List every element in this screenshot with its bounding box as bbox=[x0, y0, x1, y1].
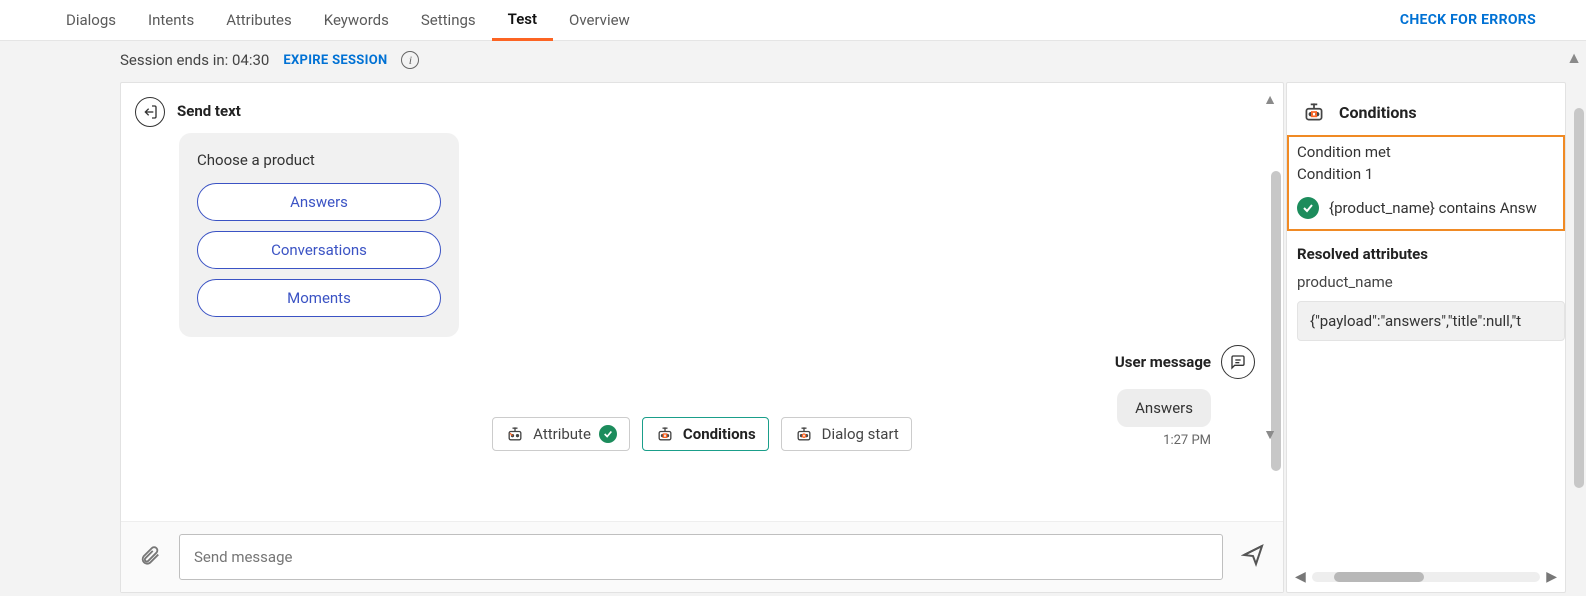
h-scroll-track[interactable] bbox=[1312, 572, 1540, 582]
product-options-card: Choose a product Answers Conversations M… bbox=[179, 133, 459, 337]
condition-number-label: Condition 1 bbox=[1297, 165, 1555, 183]
main-area: ▲ ▼ Send text Choose a product Answers C… bbox=[120, 82, 1566, 593]
h-scroll-thumb[interactable] bbox=[1334, 572, 1424, 582]
option-conversations-button[interactable]: Conversations bbox=[197, 231, 441, 269]
bot-send-text-row: Send text bbox=[135, 97, 1269, 127]
condition-met-label: Condition met bbox=[1297, 143, 1555, 161]
top-tab-bar: Dialogs Intents Attributes Keywords Sett… bbox=[0, 0, 1586, 41]
chip-attribute-label: Attribute bbox=[533, 425, 591, 443]
user-message-label: User message bbox=[1115, 353, 1211, 371]
check-icon bbox=[1297, 197, 1319, 219]
conditions-side-panel: Conditions Condition met Condition 1 {pr… bbox=[1286, 82, 1566, 593]
send-text-icon bbox=[135, 97, 165, 127]
choose-product-label: Choose a product bbox=[197, 151, 441, 169]
attribute-name-label: product_name bbox=[1287, 267, 1565, 297]
resolved-attributes-title: Resolved attributes bbox=[1287, 241, 1565, 267]
chip-dialog-start[interactable]: Dialog start bbox=[781, 417, 912, 451]
condition-rule-text: {product_name} contains Answ bbox=[1329, 199, 1537, 217]
composer-bar bbox=[121, 521, 1283, 592]
page-scroll-up-icon[interactable]: ▲ bbox=[1566, 48, 1582, 68]
side-panel-h-scrollbar[interactable]: ◀ ▶ bbox=[1295, 568, 1557, 586]
tab-attributes[interactable]: Attributes bbox=[210, 0, 308, 41]
bot-icon bbox=[1301, 99, 1327, 125]
message-input[interactable] bbox=[179, 534, 1223, 580]
check-icon bbox=[599, 425, 617, 443]
option-answers-button[interactable]: Answers bbox=[197, 183, 441, 221]
chat-scroll-area: ▲ ▼ Send text Choose a product Answers C… bbox=[121, 83, 1283, 521]
send-icon[interactable] bbox=[1241, 543, 1265, 571]
bot-icon bbox=[655, 424, 675, 444]
chip-conditions-label: Conditions bbox=[683, 425, 756, 443]
tab-keywords[interactable]: Keywords bbox=[308, 0, 405, 41]
attachment-icon[interactable] bbox=[139, 544, 161, 570]
attribute-value-box: {"payload":"answers","title":null,"t bbox=[1297, 301, 1565, 341]
check-for-errors-link[interactable]: CHECK FOR ERRORS bbox=[1400, 12, 1536, 28]
info-icon[interactable]: i bbox=[401, 51, 419, 69]
chip-attribute[interactable]: Attribute bbox=[492, 417, 630, 451]
condition-rule-row: {product_name} contains Answ bbox=[1297, 197, 1555, 219]
tab-test[interactable]: Test bbox=[492, 0, 553, 41]
side-panel-title: Conditions bbox=[1339, 103, 1417, 122]
bot-icon bbox=[794, 424, 814, 444]
chat-bubble-icon bbox=[1221, 345, 1255, 379]
chip-dialog-start-label: Dialog start bbox=[822, 425, 899, 443]
page-scrollbar-thumb[interactable] bbox=[1574, 108, 1584, 488]
scroll-left-icon[interactable]: ◀ bbox=[1295, 569, 1306, 585]
send-text-title: Send text bbox=[177, 102, 241, 120]
chat-scroll-up-icon[interactable]: ▲ bbox=[1263, 91, 1277, 108]
session-bar: Session ends in: 04:30 EXPIRE SESSION i bbox=[0, 41, 1586, 77]
tab-dialogs[interactable]: Dialogs bbox=[50, 0, 132, 41]
event-chips-row: Attribute Conditions Dialog start bbox=[121, 417, 1283, 451]
tab-settings[interactable]: Settings bbox=[405, 0, 492, 41]
side-panel-header: Conditions bbox=[1287, 83, 1565, 135]
tabs: Dialogs Intents Attributes Keywords Sett… bbox=[50, 0, 646, 41]
chat-panel: ▲ ▼ Send text Choose a product Answers C… bbox=[120, 82, 1284, 593]
chip-conditions[interactable]: Conditions bbox=[642, 417, 769, 451]
session-ends-label: Session ends in: 04:30 bbox=[120, 51, 269, 69]
condition-met-box: Condition met Condition 1 {product_name}… bbox=[1287, 135, 1565, 231]
scroll-right-icon[interactable]: ▶ bbox=[1546, 569, 1557, 585]
expire-session-link[interactable]: EXPIRE SESSION bbox=[283, 53, 387, 68]
tab-intents[interactable]: Intents bbox=[132, 0, 210, 41]
option-moments-button[interactable]: Moments bbox=[197, 279, 441, 317]
tab-overview[interactable]: Overview bbox=[553, 0, 646, 41]
bot-icon bbox=[505, 424, 525, 444]
